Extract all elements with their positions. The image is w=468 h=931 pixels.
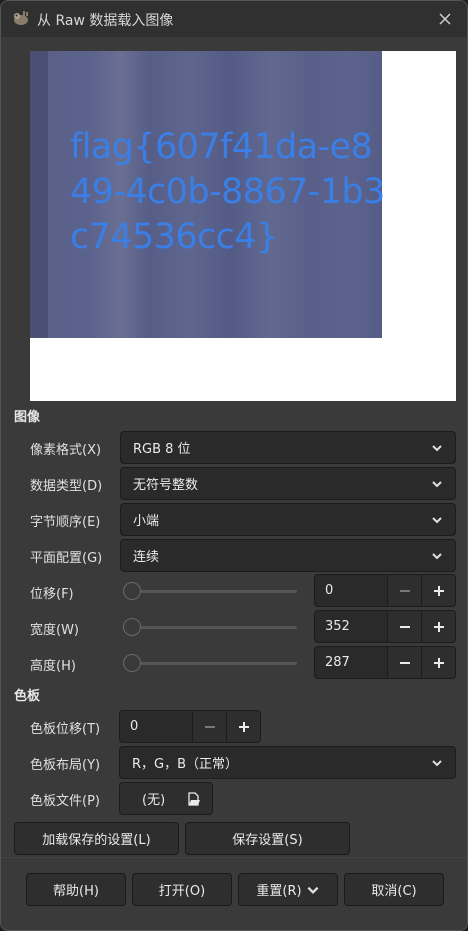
- planar-config-label: 平面配置(G): [30, 551, 103, 566]
- byte-order-label: 字节顺序(E): [30, 515, 101, 530]
- preview-image: flag{607f41da-e849-4c0b-8867-1b3c74536cc…: [30, 51, 385, 338]
- reset-button[interactable]: 重置(R): [238, 873, 338, 906]
- palette-section-title: 色板: [14, 689, 41, 704]
- image-preview: flag{607f41da-e849-4c0b-8867-1b3c74536cc…: [30, 51, 456, 401]
- palette-layout-combo[interactable]: R，G，B（正常）: [119, 746, 456, 779]
- width-slider[interactable]: [123, 617, 297, 637]
- document-open-icon: [188, 792, 200, 806]
- palette-offset-spinbox[interactable]: 0: [119, 710, 261, 743]
- chevron-down-icon: [432, 445, 442, 452]
- height-decrement-button[interactable]: [387, 647, 421, 678]
- data-type-combo[interactable]: 无符号整数: [120, 467, 456, 500]
- height-increment-button[interactable]: [421, 647, 455, 678]
- palette-offset-decrement-button[interactable]: [192, 711, 226, 742]
- palette-file-value: (无): [142, 793, 166, 808]
- offset-spinbox[interactable]: 0: [314, 574, 456, 607]
- close-icon: [439, 13, 451, 25]
- cancel-button[interactable]: 取消(C): [344, 873, 444, 906]
- planar-config-combo[interactable]: 连续: [120, 539, 456, 572]
- slider-thumb[interactable]: [123, 582, 141, 600]
- raw-import-dialog: 从 Raw 数据载入图像 flag{607f41da-e849-4c0b-886…: [0, 0, 468, 931]
- byte-order-combo[interactable]: 小端: [120, 503, 456, 536]
- minus-icon: [399, 589, 410, 592]
- chevron-down-icon: [432, 760, 442, 767]
- palette-file-label: 色板文件(P): [30, 794, 100, 809]
- palette-offset-value[interactable]: 0: [120, 711, 192, 742]
- data-type-label: 数据类型(D): [30, 479, 103, 494]
- close-button[interactable]: [435, 9, 455, 29]
- slider-track: [123, 662, 297, 665]
- height-slider[interactable]: [123, 653, 297, 673]
- slider-track: [123, 626, 297, 629]
- chevron-down-icon: [307, 886, 319, 894]
- pixel-format-label: 像素格式(X): [30, 443, 102, 458]
- palette-offset-label: 色板位移(T): [30, 722, 101, 737]
- offset-increment-button[interactable]: [421, 575, 455, 606]
- pixel-format-combo[interactable]: RGB 8 位: [120, 431, 456, 464]
- image-section-title: 图像: [14, 410, 41, 425]
- slider-thumb[interactable]: [123, 654, 141, 672]
- byte-order-value: 小端: [133, 514, 160, 529]
- gimp-wilber-icon: [14, 11, 28, 25]
- minus-icon: [399, 625, 410, 628]
- chevron-down-icon: [432, 481, 442, 488]
- offset-label: 位移(F): [30, 587, 74, 602]
- data-type-value: 无符号整数: [133, 478, 199, 493]
- slider-thumb[interactable]: [123, 618, 141, 636]
- height-value[interactable]: 287: [315, 647, 387, 678]
- width-value[interactable]: 352: [315, 611, 387, 642]
- open-button[interactable]: 打开(O): [132, 873, 232, 906]
- pixel-format-value: RGB 8 位: [133, 442, 191, 457]
- plus-icon: [433, 585, 444, 596]
- palette-file-chooser[interactable]: (无): [119, 782, 213, 815]
- plus-icon: [433, 657, 444, 668]
- width-decrement-button[interactable]: [387, 611, 421, 642]
- offset-slider[interactable]: [123, 581, 297, 601]
- preview-image-text: flag{607f41da-e849-4c0b-8867-1b3c74536cc…: [70, 127, 385, 257]
- palette-offset-increment-button[interactable]: [226, 711, 260, 742]
- title-bar: 从 Raw 数据载入图像: [1, 1, 467, 37]
- chevron-down-icon: [432, 517, 442, 524]
- help-button[interactable]: 帮助(H): [26, 873, 126, 906]
- slider-track: [123, 590, 297, 593]
- width-label: 宽度(W): [30, 623, 79, 638]
- load-saved-settings-button[interactable]: 加载保存的设置(L): [14, 822, 179, 855]
- offset-decrement-button[interactable]: [387, 575, 421, 606]
- palette-layout-label: 色板布局(Y): [30, 758, 101, 773]
- window-title: 从 Raw 数据载入图像: [37, 13, 174, 29]
- width-spinbox[interactable]: 352: [314, 610, 456, 643]
- planar-config-value: 连续: [133, 550, 160, 565]
- offset-value[interactable]: 0: [315, 575, 387, 606]
- height-label: 高度(H): [30, 659, 76, 674]
- footer-divider: [1, 857, 467, 858]
- minus-icon: [399, 661, 410, 664]
- minus-icon: [204, 725, 215, 728]
- save-settings-button[interactable]: 保存设置(S): [185, 822, 350, 855]
- palette-layout-value: R，G，B（正常）: [132, 757, 239, 772]
- reset-label: 重置(R): [256, 884, 302, 899]
- width-increment-button[interactable]: [421, 611, 455, 642]
- height-spinbox[interactable]: 287: [314, 646, 456, 679]
- chevron-down-icon: [432, 553, 442, 560]
- plus-icon: [433, 621, 444, 632]
- plus-icon: [238, 721, 249, 732]
